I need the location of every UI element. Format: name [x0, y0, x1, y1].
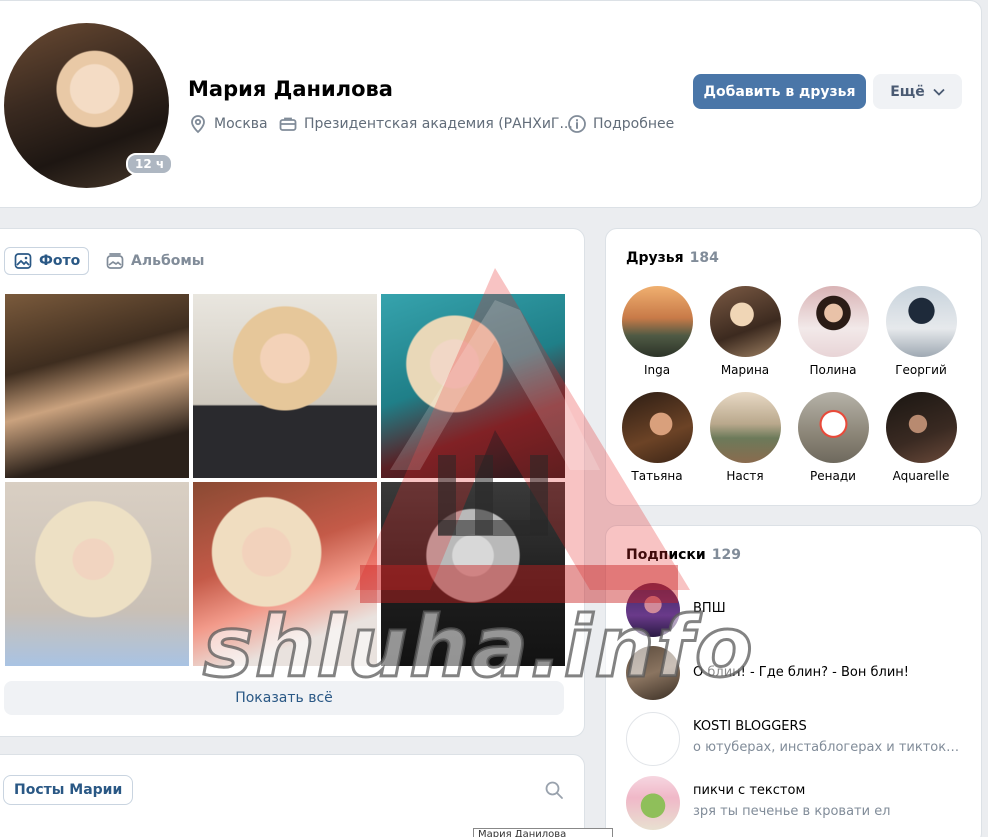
subscription-name: пикчи с текстом [693, 783, 806, 798]
status-badge: 12 ч [126, 153, 174, 175]
search-icon[interactable] [544, 780, 564, 800]
subscription-item[interactable]: пикчи с текстом зря ты печенье в кровати… [626, 776, 976, 830]
university-info[interactable]: Президентская академия (РАНХиГ... [278, 114, 573, 134]
friends-count: 184 [689, 250, 719, 266]
photo-thumbnail[interactable] [193, 294, 377, 478]
subscription-item[interactable]: KOSTI BLOGGERS о ютуберах, инстаблогерах… [626, 712, 976, 766]
subscription-description: зря ты печенье в кровати ел [693, 804, 891, 819]
more-button[interactable]: Ещё [873, 74, 962, 109]
friend-item[interactable]: Георгий [877, 286, 965, 377]
posts-block: Посты Марии [0, 754, 585, 837]
university-label: Президентская академия (РАНХиГ... [304, 116, 573, 132]
friend-name: Aquarelle [892, 469, 950, 483]
info-icon [568, 115, 586, 133]
city-info[interactable]: Москва [188, 114, 268, 134]
subscriptions-title[interactable]: Подписки 129 [626, 547, 741, 563]
friend-avatar [797, 286, 869, 357]
details-link[interactable]: Подробнее [567, 114, 674, 134]
tab-albums[interactable]: Альбомы [97, 247, 212, 275]
subscription-name: KOSTI BLOGGERS [693, 719, 807, 734]
tab-albums-label: Альбомы [131, 253, 205, 269]
friend-item[interactable]: Ренади [789, 392, 877, 483]
friend-avatar [709, 286, 781, 357]
friend-item[interactable]: Татьяна [613, 392, 701, 483]
subscription-description: о ютуберах, инстаблогерах и тиктокер... [693, 740, 963, 755]
friend-name: Татьяна [631, 469, 683, 483]
add-friend-button[interactable]: Добавить в друзья [693, 74, 866, 109]
details-label: Подробнее [593, 116, 675, 132]
friend-name: Марина [720, 363, 770, 377]
friend-name: Inga [643, 363, 671, 377]
albums-icon [106, 253, 124, 269]
friend-avatar [885, 286, 957, 357]
subscriptions-title-label: Подписки [626, 547, 706, 563]
friend-name: Ренади [810, 469, 856, 483]
friend-item[interactable]: Настя [701, 392, 789, 483]
friend-item[interactable]: Aquarelle [877, 392, 965, 483]
more-label: Ещё [890, 83, 925, 100]
friend-avatar [885, 392, 957, 463]
tab-photos[interactable]: Фото [4, 247, 90, 275]
friend-avatar [621, 392, 693, 463]
friend-avatar [797, 392, 869, 463]
subscription-avatar [626, 776, 680, 830]
city-label: Москва [214, 116, 268, 132]
tab-posts[interactable]: Посты Марии [3, 775, 134, 805]
friend-name: Георгий [895, 363, 947, 377]
location-pin-icon [191, 115, 205, 134]
friend-item[interactable]: Полина [789, 286, 877, 377]
briefcase-icon [279, 117, 297, 131]
watermark-text: shluha.info [202, 597, 755, 698]
friends-block: Друзья 184 Inga Марина Полина Георгий Тат… [605, 228, 982, 506]
photo-thumbnail[interactable] [5, 294, 189, 478]
photo-thumbnail[interactable] [5, 482, 189, 666]
friend-name: Настя [726, 469, 764, 483]
tab-photos-label: Фото [39, 253, 81, 269]
profile-name: Мария Данилова [188, 77, 393, 101]
friend-name: Полина [809, 363, 857, 377]
friend-avatar [621, 286, 693, 357]
subscription-avatar [626, 712, 680, 766]
friend-avatar [709, 392, 781, 463]
chevron-down-icon [933, 88, 945, 96]
friends-title-label: Друзья [626, 250, 684, 266]
friend-item[interactable]: Inga [613, 286, 701, 377]
subscriptions-count: 129 [711, 547, 741, 563]
profile-header: 12 ч Мария Данилова Москва Президентская… [0, 0, 982, 208]
friend-item[interactable]: Марина [701, 286, 789, 377]
image-icon [14, 253, 32, 269]
photo-thumbnail[interactable] [381, 294, 565, 478]
tooltip: Мария Данилова [473, 828, 613, 837]
friends-title[interactable]: Друзья 184 [626, 250, 719, 266]
